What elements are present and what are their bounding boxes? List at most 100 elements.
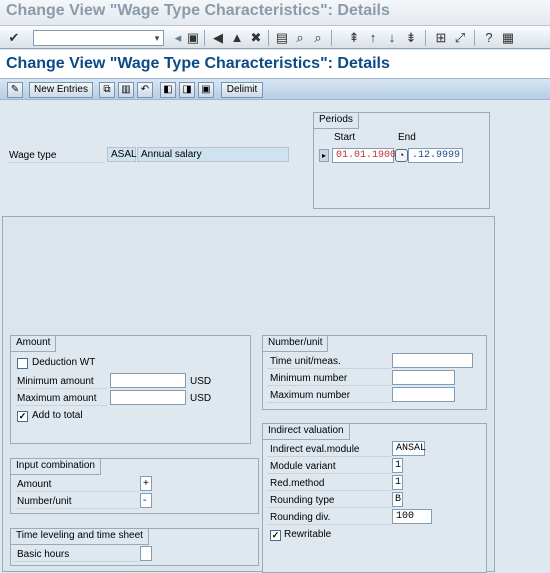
history-arrow-icon[interactable]: ◂ bbox=[170, 30, 186, 46]
application-toolbar: ✎ New Entries ⧉ ▥ ↶ ◧ ◨ ▣ Delimit bbox=[0, 78, 550, 100]
combination-amount-label: Amount bbox=[17, 479, 52, 490]
last-page-icon[interactable]: ⇟ bbox=[403, 30, 419, 46]
minimum-amount-field[interactable] bbox=[110, 373, 186, 388]
end-label: End bbox=[398, 132, 416, 143]
back-icon[interactable]: ◀ bbox=[210, 30, 226, 46]
label-underline bbox=[15, 405, 107, 406]
minimum-number-field[interactable] bbox=[392, 370, 455, 385]
minimum-amount-currency: USD bbox=[190, 376, 212, 387]
rounding-type-field[interactable]: B bbox=[392, 492, 403, 507]
amount-title: Amount bbox=[11, 336, 57, 352]
module-variant-label: Module variant bbox=[270, 461, 336, 472]
display-change-icon[interactable]: ✎ bbox=[7, 82, 23, 98]
copy-icon[interactable]: ⧉ bbox=[99, 82, 115, 98]
label-underline bbox=[267, 473, 391, 474]
select-block-icon[interactable]: ▣ bbox=[198, 82, 214, 98]
delimit-button[interactable]: Delimit bbox=[221, 82, 263, 98]
maximum-amount-label: Maximum amount bbox=[17, 393, 97, 404]
find-icon[interactable]: ⌕ bbox=[292, 30, 308, 46]
indirect-module-label: Indirect eval.module bbox=[270, 444, 360, 455]
combination-number-field[interactable]: - bbox=[140, 493, 152, 508]
label-underline bbox=[267, 402, 391, 403]
periods-title: Periods bbox=[314, 113, 359, 129]
print-icon[interactable]: ▤ bbox=[274, 30, 290, 46]
rewritable-checkbox[interactable]: ✓ bbox=[270, 530, 281, 541]
page-title: Change View "Wage Type Characteristics":… bbox=[0, 50, 550, 78]
command-dropdown-icon[interactable]: ▾ bbox=[152, 32, 162, 44]
start-date-field[interactable]: 01.01.1900 bbox=[332, 148, 396, 163]
next-entry-icon[interactable]: ◨ bbox=[179, 82, 195, 98]
delete-icon[interactable]: ▥ bbox=[118, 82, 134, 98]
time-leveling-frame: Time leveling and time sheet Basic hours bbox=[10, 528, 259, 566]
command-field[interactable]: ▾ bbox=[33, 30, 164, 46]
input-combination-title: Input combination bbox=[11, 459, 101, 475]
customize-icon[interactable]: ▦ bbox=[500, 30, 516, 46]
find-next-icon[interactable]: ⌕ bbox=[310, 30, 326, 46]
toolbar-separator bbox=[268, 30, 269, 46]
time-unit-label: Time unit/meas. bbox=[270, 356, 341, 367]
detail-area: Wage type ASAL Annual salary Periods Sta… bbox=[0, 100, 550, 573]
maximum-number-label: Maximum number bbox=[270, 390, 351, 401]
standard-toolbar: ✔ ▾ ◂ ▣ ◀ ▲ ✖ ▤ ⌕ ⌕ ⇞ ↑ ↓ ⇟ ⊞ ⤢ ? ▦ bbox=[0, 25, 550, 49]
rounding-div-field[interactable]: 100 bbox=[392, 509, 432, 524]
time-unit-field[interactable] bbox=[392, 353, 473, 368]
add-to-total-checkbox[interactable]: ✓ bbox=[17, 411, 28, 422]
indirect-valuation-frame: Indirect valuation Indirect eval.module … bbox=[262, 423, 487, 573]
add-to-total-label: Add to total bbox=[32, 410, 83, 421]
end-date-field[interactable]: .12.9999 bbox=[408, 148, 463, 163]
label-underline bbox=[267, 507, 391, 508]
label-underline bbox=[267, 490, 391, 491]
label-underline bbox=[267, 368, 391, 369]
number-unit-frame: Number/unit Time unit/meas. Minimum numb… bbox=[262, 335, 487, 410]
first-page-icon[interactable]: ⇞ bbox=[346, 30, 362, 46]
save-icon[interactable]: ▣ bbox=[185, 30, 201, 46]
new-session-icon[interactable]: ⊞ bbox=[433, 30, 449, 46]
amount-frame: Amount Deduction WT Minimum amount USD M… bbox=[10, 335, 251, 444]
deduction-wt-checkbox[interactable] bbox=[17, 358, 28, 369]
cancel-icon[interactable]: ✖ bbox=[248, 30, 264, 46]
help-icon[interactable]: ? bbox=[481, 30, 497, 46]
toolbar-separator bbox=[204, 30, 205, 46]
label-underline bbox=[15, 561, 139, 562]
shortcut-icon[interactable]: ⤢ bbox=[452, 30, 468, 46]
label-underline bbox=[267, 456, 391, 457]
toolbar-separator bbox=[474, 30, 475, 46]
red-method-field[interactable]: 1 bbox=[392, 475, 403, 490]
label-underline bbox=[267, 524, 391, 525]
next-page-icon[interactable]: ↓ bbox=[384, 30, 400, 46]
calendar-help-icon[interactable]: ◔ bbox=[395, 149, 408, 162]
enter-icon[interactable]: ✔ bbox=[6, 30, 22, 46]
label-underline bbox=[15, 491, 139, 492]
maximum-amount-field[interactable] bbox=[110, 390, 186, 405]
toolbar-separator bbox=[425, 30, 426, 46]
wage-type-label: Wage type bbox=[9, 150, 57, 161]
time-leveling-title: Time leveling and time sheet bbox=[11, 529, 149, 545]
undo-icon[interactable]: ↶ bbox=[137, 82, 153, 98]
label-underline bbox=[15, 508, 139, 509]
minimum-amount-label: Minimum amount bbox=[17, 376, 94, 387]
exit-icon[interactable]: ▲ bbox=[229, 30, 245, 46]
new-entries-button[interactable]: New Entries bbox=[29, 82, 93, 98]
details-frame: Amount Deduction WT Minimum amount USD M… bbox=[2, 216, 495, 573]
combination-number-label: Number/unit bbox=[17, 496, 72, 507]
toolbar-separator bbox=[331, 30, 332, 46]
indirect-valuation-title: Indirect valuation bbox=[263, 424, 350, 440]
basic-hours-field[interactable] bbox=[140, 546, 152, 561]
previous-entry-icon[interactable]: ◧ bbox=[160, 82, 176, 98]
label-underline bbox=[7, 162, 105, 163]
maximum-number-field[interactable] bbox=[392, 387, 455, 402]
red-method-label: Red.method bbox=[270, 478, 325, 489]
prev-page-icon[interactable]: ↑ bbox=[365, 30, 381, 46]
wage-type-code: ASAL bbox=[107, 147, 137, 162]
maximum-amount-currency: USD bbox=[190, 393, 212, 404]
input-combination-frame: Input combination Amount + Number/unit - bbox=[10, 458, 259, 514]
row-selector[interactable]: ▸ bbox=[319, 149, 329, 162]
combination-amount-field[interactable]: + bbox=[140, 476, 152, 491]
wage-type-text: Annual salary bbox=[137, 147, 289, 162]
minimum-number-label: Minimum number bbox=[270, 373, 348, 384]
start-label: Start bbox=[334, 132, 356, 143]
module-variant-field[interactable]: 1 bbox=[392, 458, 403, 473]
rounding-div-label: Rounding div. bbox=[270, 512, 331, 523]
label-underline bbox=[15, 388, 107, 389]
indirect-module-field[interactable]: ANSAL bbox=[392, 441, 426, 456]
